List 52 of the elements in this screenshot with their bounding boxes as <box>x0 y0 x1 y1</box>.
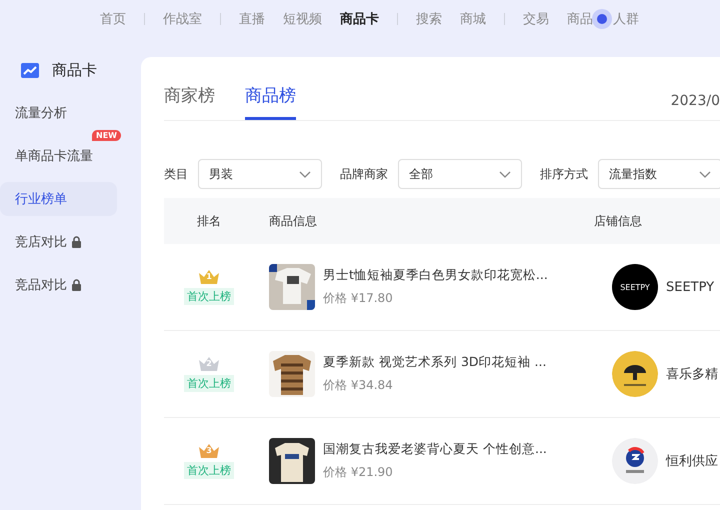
dropdown[interactable]: 全部 <box>398 159 522 189</box>
nav-link[interactable]: 交易 <box>523 10 549 28</box>
lock-icon <box>71 279 82 291</box>
sidebar-item[interactable]: 行业榜单 <box>0 182 117 216</box>
filter-label: 排序方式 <box>540 166 588 182</box>
nav-link[interactable]: 人群 <box>613 10 639 28</box>
new-badge: NEW <box>92 130 121 141</box>
product-title: 夏季新款 视觉艺术系列 3D印花短袖 ... <box>323 354 546 371</box>
store-name: 喜乐多精 <box>666 366 718 383</box>
nav-link[interactable]: 搜索 <box>416 10 442 28</box>
status-tag: 首次上榜 <box>184 375 234 392</box>
nav-link[interactable]: 直播 <box>239 10 265 28</box>
sidebar-item[interactable]: 单商品卡流量 <box>0 139 117 173</box>
filter-label: 类目 <box>164 166 188 182</box>
chart-logo-icon <box>20 60 40 80</box>
price-text: 价格 ¥21.90 <box>323 464 394 481</box>
column-header: 店铺信息 <box>594 212 643 230</box>
status-tag: 首次上榜 <box>184 288 234 305</box>
price-text: 价格 ¥17.80 <box>323 290 394 307</box>
store-name: 恒利供应 <box>666 453 718 470</box>
chevron-down-icon <box>699 170 711 178</box>
product-title: 男士t恤短袖夏季白色男女款印花宽松... <box>323 267 548 284</box>
column-header: 排名 <box>196 212 222 230</box>
column-header: 商品信息 <box>268 212 318 230</box>
chevron-down-icon <box>299 170 311 178</box>
nav-link[interactable]: 作战室 <box>163 10 202 28</box>
rank-number: 1 <box>205 272 213 281</box>
nav-link[interactable]: 商品 <box>567 10 593 28</box>
nav-link[interactable]: 商品卡 <box>340 10 379 28</box>
tab[interactable]: 商品榜 <box>245 84 296 120</box>
sidebar-item[interactable]: 流量分析 <box>0 96 117 130</box>
nav-link[interactable]: 短视频 <box>283 10 322 28</box>
tab[interactable]: 商家榜 <box>164 84 215 118</box>
product-title: 国潮复古我爱老婆背心夏天 个性创意... <box>323 441 547 458</box>
status-tag: 首次上榜 <box>184 462 234 479</box>
store-logo: SEETPY <box>612 264 658 310</box>
lock-icon <box>71 236 82 248</box>
chevron-down-icon <box>499 170 511 178</box>
dropdown[interactable]: 流量指数 <box>598 159 720 189</box>
filter-label: 品牌商家 <box>340 166 388 182</box>
store-name: SEETPY <box>666 280 714 294</box>
rank-number: 3 <box>205 446 213 455</box>
date-text: 2023/0 <box>670 92 720 109</box>
nav-link[interactable]: 商城 <box>460 10 486 28</box>
store-logo <box>612 351 658 397</box>
dropdown[interactable]: 男装 <box>198 159 322 189</box>
store-logo <box>612 438 658 484</box>
sidebar-item[interactable]: 竞店对比 <box>0 225 117 259</box>
nav-link[interactable]: 首页 <box>100 10 126 28</box>
sidebar-item[interactable]: 竞品对比 <box>0 268 117 302</box>
price-text: 价格 ¥34.84 <box>323 377 394 394</box>
sidebar-title: 商品卡 <box>52 60 97 80</box>
